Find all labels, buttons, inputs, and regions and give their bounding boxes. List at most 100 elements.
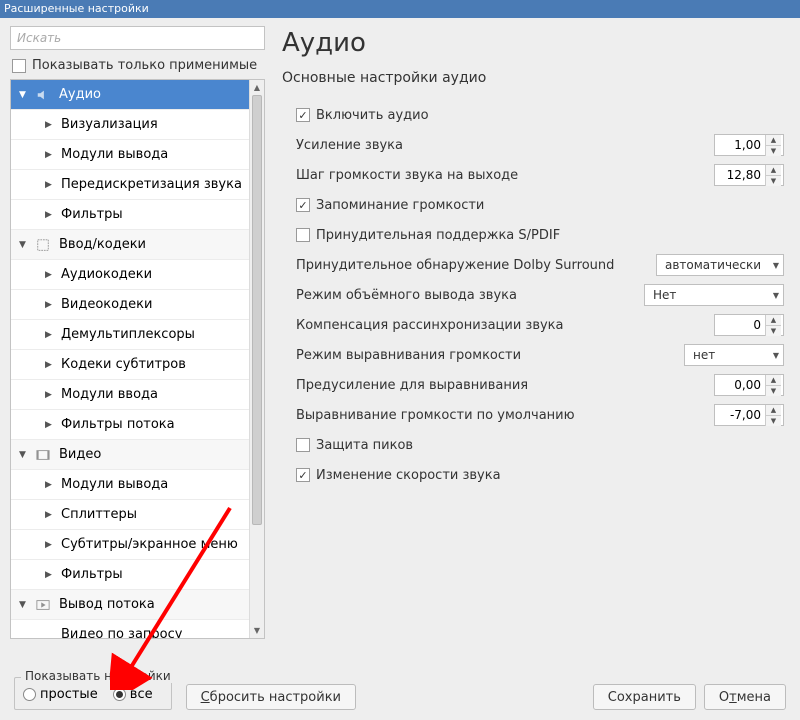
tree-item[interactable]: ▶ Сплиттеры (11, 500, 264, 530)
combo-box[interactable]: Нет ▼ (644, 284, 784, 306)
number-input[interactable]: ▲▼ (714, 134, 784, 156)
field-label: Изменение скорости звука (316, 468, 501, 483)
field-label: Принудительное обнаружение Dolby Surroun… (296, 258, 656, 273)
show-applicable-checkbox-row[interactable]: Показывать только применимые (12, 58, 264, 73)
checkbox-icon[interactable] (296, 198, 310, 212)
spin-down-icon[interactable]: ▼ (766, 326, 781, 336)
expand-arrow-icon[interactable]: ▶ (45, 480, 55, 490)
expand-arrow-icon[interactable]: ▼ (19, 600, 29, 610)
search-input[interactable] (10, 26, 265, 50)
spin-up-icon[interactable]: ▲ (766, 165, 781, 176)
spin-up-icon[interactable]: ▲ (766, 375, 781, 386)
field-label: Предусиление для выравнивания (296, 378, 714, 393)
tree-item[interactable]: ▼Ввод/кодеки (11, 230, 264, 260)
spin-down-icon[interactable]: ▼ (766, 146, 781, 156)
expand-arrow-icon[interactable]: ▶ (45, 180, 55, 190)
save-button[interactable]: Сохранить (593, 684, 696, 710)
tree-item[interactable]: ▶Модули ввода (11, 380, 264, 410)
reset-button[interactable]: Сбросить настройки (186, 684, 356, 710)
checkbox-row[interactable]: Изменение скорости звука (296, 460, 784, 490)
tree-item[interactable]: ▼Видео (11, 440, 264, 470)
chevron-down-icon[interactable]: ▼ (773, 351, 779, 360)
tree-item-label: Демультиплексоры (61, 327, 195, 342)
chevron-down-icon[interactable]: ▼ (773, 261, 779, 270)
expand-arrow-icon[interactable]: ▶ (45, 570, 55, 580)
spin-down-icon[interactable]: ▼ (766, 176, 781, 186)
checkbox-icon[interactable] (296, 468, 310, 482)
tree-item[interactable]: ▶Передискретизация звука (11, 170, 264, 200)
spin-down-icon[interactable]: ▼ (766, 386, 781, 396)
tree-item[interactable]: ▶Видеокодеки (11, 290, 264, 320)
expand-arrow-icon[interactable]: ▶ (45, 300, 55, 310)
expand-arrow-icon[interactable]: ▶ (45, 420, 55, 430)
tree-item[interactable]: ▶Кодеки субтитров (11, 350, 264, 380)
tree-item-label: Модули вывода (61, 147, 168, 162)
cancel-button[interactable]: Отмена (704, 684, 786, 710)
number-field-row: Предусиление для выравнивания▲▼ (296, 370, 784, 400)
combo-value: Нет (653, 288, 676, 302)
tree-item[interactable]: ▶ Визуализация (11, 110, 264, 140)
number-input[interactable]: ▲▼ (714, 314, 784, 336)
chevron-down-icon[interactable]: ▼ (773, 291, 779, 300)
checkbox-icon[interactable] (296, 228, 310, 242)
number-value[interactable] (715, 408, 765, 422)
checkbox-icon[interactable] (12, 59, 26, 73)
tree-item[interactable]: ▶Модули вывода (11, 470, 264, 500)
expand-arrow-icon[interactable]: ▼ (19, 90, 29, 100)
combo-box[interactable]: автоматически▼ (656, 254, 784, 276)
tree-item[interactable]: ▶ Демультиплексоры (11, 320, 264, 350)
number-value[interactable] (715, 378, 765, 392)
checkbox-row[interactable]: Запоминание громкости (296, 190, 784, 220)
tree-item-label: Сплиттеры (61, 507, 137, 522)
number-field-row: Компенсация рассинхронизации звука▲▼ (296, 310, 784, 340)
combo-box[interactable]: нет▼ (684, 344, 784, 366)
number-input[interactable]: ▲▼ (714, 164, 784, 186)
scroll-up-icon[interactable]: ▲ (250, 80, 264, 95)
expand-arrow-icon[interactable]: ▶ (45, 510, 55, 520)
expand-arrow-icon[interactable]: ▶ (45, 540, 55, 550)
checkbox-icon[interactable] (296, 438, 310, 452)
tree-item[interactable]: Видео по запросу (11, 620, 264, 639)
expand-arrow-icon[interactable]: ▶ (45, 360, 55, 370)
spin-up-icon[interactable]: ▲ (766, 405, 781, 416)
number-input[interactable]: ▲▼ (714, 404, 784, 426)
checkbox-row[interactable]: Включить аудио (296, 100, 784, 130)
radio-all[interactable] (113, 688, 126, 701)
number-value[interactable] (715, 168, 765, 182)
tree-item[interactable]: ▶Субтитры/экранное меню (11, 530, 264, 560)
checkbox-icon[interactable] (296, 108, 310, 122)
field-label: Режим выравнивания громкости (296, 348, 684, 363)
scroll-down-icon[interactable]: ▼ (250, 623, 264, 638)
expand-arrow-icon[interactable]: ▶ (45, 270, 55, 280)
expand-arrow-icon[interactable]: ▼ (19, 450, 29, 460)
checkbox-row[interactable]: Защита пиков (296, 430, 784, 460)
spin-up-icon[interactable]: ▲ (766, 135, 781, 146)
tree-item[interactable]: ▶Фильтры (11, 200, 264, 230)
tree-item[interactable]: ▼Аудио (11, 80, 264, 110)
expand-arrow-icon[interactable]: ▶ (45, 330, 55, 340)
spin-down-icon[interactable]: ▼ (766, 416, 781, 426)
tree-item[interactable]: ▶Фильтры потока (11, 410, 264, 440)
expand-arrow-icon[interactable]: ▼ (19, 240, 29, 250)
expand-arrow-icon[interactable]: ▶ (45, 120, 55, 130)
radio-simple[interactable] (23, 688, 36, 701)
scroll-thumb[interactable] (252, 95, 262, 525)
number-value[interactable] (715, 138, 765, 152)
number-value[interactable] (715, 318, 765, 332)
number-field-row: Выравнивание громкости по умолчанию▲▼ (296, 400, 784, 430)
spin-up-icon[interactable]: ▲ (766, 315, 781, 326)
tree-scrollbar[interactable]: ▲ ▼ (249, 80, 264, 638)
checkbox-row[interactable]: Принудительная поддержка S/PDIF (296, 220, 784, 250)
tree-item[interactable]: ▼ Вывод потока (11, 590, 264, 620)
number-input[interactable]: ▲▼ (714, 374, 784, 396)
expand-arrow-icon[interactable]: ▶ (45, 210, 55, 220)
tree-item-label: Визуализация (61, 117, 158, 132)
tree-item[interactable]: ▶Фильтры (11, 560, 264, 590)
combo-field-row: Режим объёмного вывода звукаНет▼ (296, 280, 784, 310)
field-label: Запоминание громкости (316, 198, 484, 213)
expand-arrow-icon[interactable]: ▶ (45, 390, 55, 400)
tree-item[interactable]: ▶ Модули вывода (11, 140, 264, 170)
expand-arrow-icon[interactable]: ▶ (45, 150, 55, 160)
tree-item-label: Вывод потока (59, 597, 155, 612)
tree-item[interactable]: ▶Аудиокодеки (11, 260, 264, 290)
